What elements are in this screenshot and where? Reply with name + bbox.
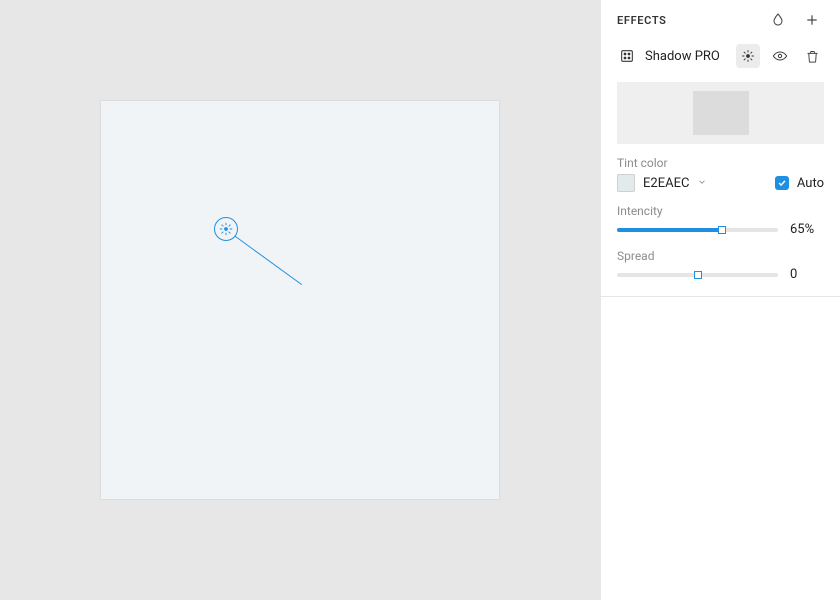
sun-icon: [741, 49, 755, 63]
panel-title: EFFECTS: [617, 14, 756, 27]
spread-thumb[interactable]: [694, 271, 702, 279]
check-icon: [777, 178, 787, 188]
light-source-handle[interactable]: [214, 217, 238, 241]
chevron-down-icon[interactable]: [697, 176, 707, 191]
droplet-icon: [770, 12, 786, 28]
intensity-thumb[interactable]: [718, 226, 726, 234]
light-source-toggle[interactable]: [736, 44, 760, 68]
spread-slider[interactable]: [617, 273, 778, 277]
visibility-toggle[interactable]: [768, 44, 792, 68]
sun-icon: [219, 222, 233, 236]
eye-icon: [772, 48, 788, 64]
delete-effect-button[interactable]: [800, 44, 824, 68]
intensity-label: Intencity: [601, 200, 840, 220]
panel-separator: [601, 296, 840, 297]
tint-color-control: E2EAEC Auto: [601, 172, 840, 200]
intensity-slider[interactable]: [617, 228, 778, 232]
effect-presets-button[interactable]: [766, 8, 790, 32]
auto-checkbox[interactable]: [775, 176, 789, 190]
canvas-area[interactable]: [0, 0, 600, 600]
effect-preview: [617, 82, 824, 144]
auto-label: Auto: [797, 176, 824, 191]
effect-item[interactable]: Shadow PRO: [601, 40, 840, 76]
tint-swatch[interactable]: [617, 174, 635, 192]
add-effect-button[interactable]: [800, 8, 824, 32]
shadow-pro-icon: [617, 46, 637, 66]
canvas-object[interactable]: [100, 100, 500, 500]
intensity-value: 65%: [790, 222, 824, 237]
tint-value[interactable]: E2EAEC: [643, 176, 689, 191]
spread-label: Spread: [601, 245, 840, 265]
plus-icon: [804, 12, 820, 28]
tint-color-label: Tint color: [601, 152, 840, 172]
effect-name: Shadow PRO: [645, 49, 728, 64]
effects-panel: EFFECTS: [600, 0, 840, 600]
spread-value: 0: [790, 267, 824, 282]
panel-header: EFFECTS: [601, 0, 840, 40]
trash-icon: [805, 49, 820, 64]
preview-inner: [693, 91, 749, 135]
